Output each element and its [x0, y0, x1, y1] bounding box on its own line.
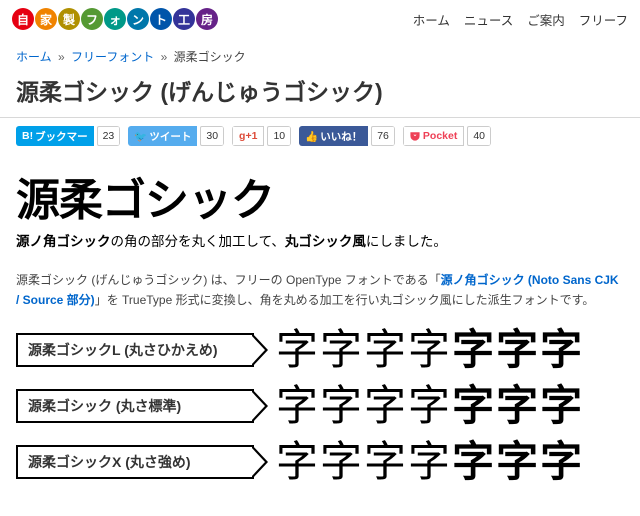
glyph-sample: 字 [496, 329, 538, 371]
logo-char: ト [150, 8, 172, 30]
hero-sub-bold2: 丸ゴシック風 [285, 234, 366, 249]
glyph-sample: 字 [364, 329, 406, 371]
tweet-label: ツイート [149, 129, 191, 144]
glyph-sample: 字 [320, 441, 362, 483]
breadcrumb-category[interactable]: フリーフォント [71, 50, 154, 64]
like-count: 76 [371, 126, 395, 146]
glyph-sample: 字 [364, 385, 406, 427]
glyph-sample: 字 [496, 441, 538, 483]
pocket-label: Pocket [423, 130, 457, 142]
pocket-count: 40 [467, 126, 491, 146]
hero-sub-bold1: 源ノ角ゴシック [16, 234, 111, 249]
glyph-sample: 字 [540, 385, 582, 427]
hatena-label: ブックマー [35, 129, 88, 144]
glyph-sample: 字 [408, 385, 450, 427]
breadcrumb-sep: » [58, 50, 65, 64]
variant-label-std: 源柔ゴシック (丸さ標準) [16, 389, 254, 423]
gplus-button[interactable]: g+1 10 [232, 126, 291, 146]
glyph-sample: 字 [320, 385, 362, 427]
gplus-label: +1 [245, 130, 257, 142]
breadcrumb-home[interactable]: ホーム [16, 50, 52, 64]
glyph-sample: 字 [540, 441, 582, 483]
logo-char: 自 [12, 8, 34, 30]
breadcrumb-sep: » [161, 50, 168, 64]
glyph-sample: 字 [276, 385, 318, 427]
glyph-sample: 字 [364, 441, 406, 483]
glyph-sample: 字 [540, 329, 582, 371]
nav-home[interactable]: ホーム [413, 10, 450, 29]
glyph-sample: 字 [452, 441, 494, 483]
logo-char: 工 [173, 8, 195, 30]
hero-sub-mid: の角の部分を丸く加工して、 [111, 234, 285, 249]
glyph-sample: 字 [408, 329, 450, 371]
gplus-count: 10 [267, 126, 291, 146]
share-row: B!ブックマー 23 🐦ツイート 30 g+1 10 👍いいね！ 76 Pock… [0, 118, 640, 154]
glyph-sample: 字 [276, 441, 318, 483]
nav-free[interactable]: フリーフ [579, 10, 628, 29]
pocket-icon [410, 131, 420, 141]
hatena-count: 23 [97, 126, 121, 146]
variant-label-l: 源柔ゴシックL (丸さひかえめ) [16, 333, 254, 367]
glyph-sample: 字 [408, 441, 450, 483]
glyph-sample: 字 [320, 329, 362, 371]
breadcrumb: ホーム » フリーフォント » 源柔ゴシック [0, 36, 640, 71]
logo-char: フ [81, 8, 103, 30]
desc-text-2: 」を TrueType 形式に変換し、角を丸める加工を行い丸ゴシック風にした派生… [95, 293, 595, 307]
page-title: 源柔ゴシック (げんじゅうゴシック) [0, 71, 640, 118]
logo-char: 家 [35, 8, 57, 30]
description: 源柔ゴシック (げんじゅうゴシック) は、フリーの OpenType フォントで… [0, 256, 640, 329]
logo-char: ォ [104, 8, 126, 30]
hatena-bookmark-button[interactable]: B!ブックマー 23 [16, 126, 120, 146]
variant-row: 源柔ゴシック (丸さ標準) 字 字 字 字 字 字 字 [16, 385, 624, 427]
glyph-sample: 字 [496, 385, 538, 427]
top-bar: 自 家 製 フ ォ ン ト 工 房 ホーム ニュース ご案内 フリーフ [0, 0, 640, 36]
tweet-count: 30 [200, 126, 224, 146]
hero-title: 源柔ゴシック [16, 164, 624, 228]
hero-sub-end: にしました。 [366, 234, 447, 249]
like-label: いいね！ [320, 129, 362, 144]
glyph-sample: 字 [452, 329, 494, 371]
nav-about[interactable]: ご案内 [527, 10, 565, 29]
variants-section: 源柔ゴシックL (丸さひかえめ) 字 字 字 字 字 字 字 源柔ゴシック (丸… [0, 329, 640, 483]
desc-text-1: 源柔ゴシック (げんじゅうゴシック) は、フリーの OpenType フォントで… [16, 273, 441, 287]
like-button[interactable]: 👍いいね！ 76 [299, 126, 395, 146]
pocket-button[interactable]: Pocket 40 [403, 126, 491, 146]
nav-news[interactable]: ニュース [464, 10, 513, 29]
tweet-button[interactable]: 🐦ツイート 30 [128, 126, 224, 146]
logo-char: 製 [58, 8, 80, 30]
glyph-sample: 字 [276, 329, 318, 371]
top-nav: ホーム ニュース ご案内 フリーフ [413, 10, 628, 29]
variant-row: 源柔ゴシックL (丸さひかえめ) 字 字 字 字 字 字 字 [16, 329, 624, 371]
logo-char: ン [127, 8, 149, 30]
glyph-sample: 字 [452, 385, 494, 427]
site-logo[interactable]: 自 家 製 フ ォ ン ト 工 房 [12, 8, 218, 30]
glyph-sample-row: 字 字 字 字 字 字 字 [276, 385, 624, 427]
glyph-sample-row: 字 字 字 字 字 字 字 [276, 441, 624, 483]
glyph-sample-row: 字 字 字 字 字 字 字 [276, 329, 624, 371]
breadcrumb-current: 源柔ゴシック [174, 50, 246, 64]
hero-subtitle: 源ノ角ゴシックの角の部分を丸く加工して、丸ゴシック風にしました。 [16, 230, 624, 250]
logo-char: 房 [196, 8, 218, 30]
variant-label-x: 源柔ゴシックX (丸さ強め) [16, 445, 254, 479]
variant-row: 源柔ゴシックX (丸さ強め) 字 字 字 字 字 字 字 [16, 441, 624, 483]
hero-section: 源柔ゴシック 源ノ角ゴシックの角の部分を丸く加工して、丸ゴシック風にしました。 [0, 154, 640, 256]
